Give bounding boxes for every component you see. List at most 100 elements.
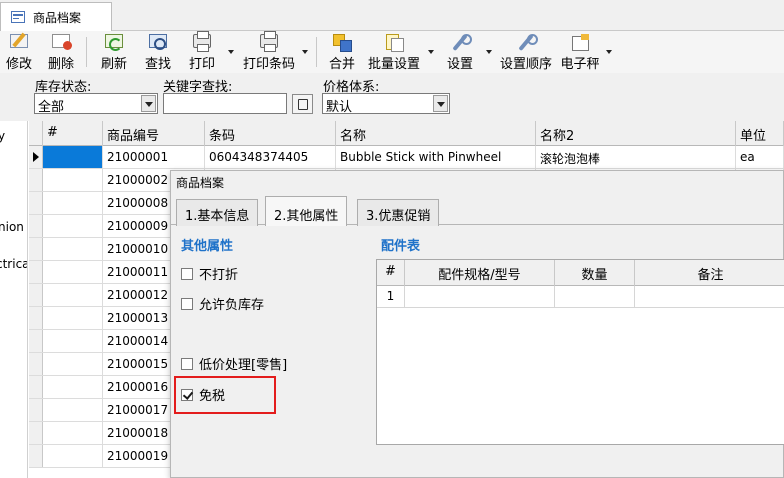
- column-header-name[interactable]: 名称: [336, 121, 536, 146]
- row-header[interactable]: [29, 376, 43, 398]
- keyword-search-input[interactable]: [163, 93, 287, 114]
- row-header[interactable]: [29, 215, 43, 237]
- keyword-search-button[interactable]: [292, 94, 313, 114]
- parts-column-index[interactable]: #: [377, 260, 405, 286]
- grid-cell-index[interactable]: [43, 422, 103, 444]
- refresh-button[interactable]: 刷新: [99, 32, 129, 72]
- column-header-code[interactable]: 商品编号: [103, 121, 205, 146]
- grid-cell-index[interactable]: [43, 307, 103, 329]
- print-dropdown-arrow[interactable]: [228, 50, 234, 54]
- merge-icon: [333, 34, 352, 52]
- grid-cell-code[interactable]: 21000001: [103, 146, 205, 168]
- grid-cell-barcode[interactable]: 0604348374405: [205, 146, 336, 168]
- refresh-icon: [105, 34, 123, 51]
- document-tab[interactable]: 商品档案: [0, 2, 112, 31]
- print-barcode-dropdown-arrow[interactable]: [302, 50, 308, 54]
- parts-table-row[interactable]: 1: [377, 286, 784, 308]
- parts-cell-note[interactable]: [635, 286, 784, 307]
- printer-icon: [260, 31, 278, 52]
- checkbox-box[interactable]: [181, 267, 193, 280]
- merge-button[interactable]: 合并: [328, 32, 356, 72]
- chevron-down-icon[interactable]: [433, 95, 448, 112]
- row-header[interactable]: [29, 284, 43, 306]
- row-header[interactable]: [29, 307, 43, 329]
- form-window-icon: [11, 11, 25, 23]
- row-header[interactable]: [29, 330, 43, 352]
- grid-cell-index[interactable]: [43, 215, 103, 237]
- edit-icon: [10, 34, 28, 48]
- settings-button[interactable]: 设置: [446, 32, 474, 72]
- category-item[interactable]: ctrica: [0, 257, 27, 271]
- row-header[interactable]: [29, 169, 43, 191]
- checkbox-box[interactable]: [181, 357, 193, 370]
- row-header[interactable]: [29, 422, 43, 444]
- electronic-scale-button[interactable]: 电子秤: [560, 32, 600, 72]
- grid-cell-index[interactable]: [43, 192, 103, 214]
- grid-cell-unit[interactable]: ea: [736, 146, 784, 168]
- stock-status-select[interactable]: 全部: [34, 93, 158, 115]
- grid-cell-index[interactable]: [43, 169, 103, 191]
- row-header[interactable]: [29, 399, 43, 421]
- electronic-scale-dropdown-arrow[interactable]: [606, 50, 612, 54]
- tab-basic-info[interactable]: 1.基本信息: [176, 199, 259, 226]
- print-barcode-button[interactable]: 打印条码: [241, 31, 297, 72]
- parts-column-note[interactable]: 备注: [635, 260, 784, 286]
- parts-table-title: 配件表: [381, 239, 421, 254]
- chevron-down-icon[interactable]: [141, 95, 156, 112]
- grid-header: # 商品编号 条码 名称 名称2 单位: [29, 121, 784, 146]
- row-header[interactable]: [29, 353, 43, 375]
- set-order-button[interactable]: 设置顺序: [499, 32, 553, 72]
- grid-cell-index[interactable]: [43, 146, 103, 168]
- row-header[interactable]: [29, 146, 43, 168]
- row-header[interactable]: [29, 238, 43, 260]
- print-button[interactable]: 打印: [187, 31, 217, 72]
- column-header-unit[interactable]: 单位: [736, 121, 784, 146]
- row-header[interactable]: [29, 192, 43, 214]
- grid-cell-index[interactable]: [43, 238, 103, 260]
- row-header[interactable]: [29, 261, 43, 283]
- parts-column-qty[interactable]: 数量: [555, 260, 635, 286]
- delete-button[interactable]: 删除: [46, 32, 76, 72]
- parts-cell-qty[interactable]: [555, 286, 635, 307]
- grid-cell-index[interactable]: [43, 399, 103, 421]
- low-price-retail-checkbox[interactable]: 低价处理[零售]: [181, 354, 287, 373]
- category-item[interactable]: nion: [0, 220, 24, 234]
- document-tab-strip: 商品档案: [0, 0, 784, 31]
- batch-settings-dropdown-arrow[interactable]: [428, 50, 434, 54]
- table-row[interactable]: 21000001 0604348374405 Bubble Stick with P…: [29, 146, 784, 169]
- grid-cell-name2[interactable]: 滚轮泡泡棒: [536, 146, 736, 168]
- tab-other-properties[interactable]: 2.其他属性: [265, 196, 348, 226]
- product-archive-dialog: 商品档案 1.基本信息 2.其他属性 3.优惠促销 其他属性 配件表 不打折 允…: [170, 170, 784, 478]
- grid-cell-index[interactable]: [43, 445, 103, 467]
- column-header-name2[interactable]: 名称2: [536, 121, 736, 146]
- grid-cell-index[interactable]: [43, 376, 103, 398]
- filter-bar: 库存状态: 全部 关键字查找: 价格体系: 默认: [0, 73, 784, 121]
- edit-button[interactable]: 修改: [4, 32, 34, 72]
- grid-cell-index[interactable]: [43, 353, 103, 375]
- no-discount-checkbox[interactable]: 不打折: [181, 264, 238, 283]
- parts-column-spec[interactable]: 配件规格/型号: [405, 260, 555, 286]
- parts-cell-spec[interactable]: [405, 286, 555, 307]
- tab-promotions[interactable]: 3.优惠促销: [357, 199, 440, 226]
- other-properties-title: 其他属性: [181, 239, 234, 254]
- row-header-corner: [29, 121, 43, 146]
- grid-cell-name[interactable]: Bubble Stick with Pinwheel: [336, 146, 536, 168]
- grid-cell-index[interactable]: [43, 261, 103, 283]
- column-header-index[interactable]: #: [43, 121, 103, 146]
- scale-icon: [571, 34, 589, 51]
- toolbar: 修改 删除 刷新 查找 打印 打印条码 合并 批量设置 设置 设置顺序 电子秤: [0, 31, 784, 73]
- parts-cell-index: 1: [377, 286, 405, 307]
- find-button[interactable]: 查找: [143, 32, 173, 72]
- category-item[interactable]: y: [0, 129, 5, 143]
- allow-negative-stock-checkbox[interactable]: 允许负库存: [181, 294, 264, 313]
- grid-cell-index[interactable]: [43, 284, 103, 306]
- toolbar-separator: [316, 37, 317, 67]
- dialog-title: 商品档案: [176, 176, 225, 190]
- price-system-select[interactable]: 默认: [322, 93, 450, 115]
- batch-settings-button[interactable]: 批量设置: [367, 32, 421, 72]
- row-header[interactable]: [29, 445, 43, 467]
- settings-dropdown-arrow[interactable]: [486, 50, 492, 54]
- column-header-barcode[interactable]: 条码: [205, 121, 336, 146]
- checkbox-box[interactable]: [181, 297, 193, 310]
- grid-cell-index[interactable]: [43, 330, 103, 352]
